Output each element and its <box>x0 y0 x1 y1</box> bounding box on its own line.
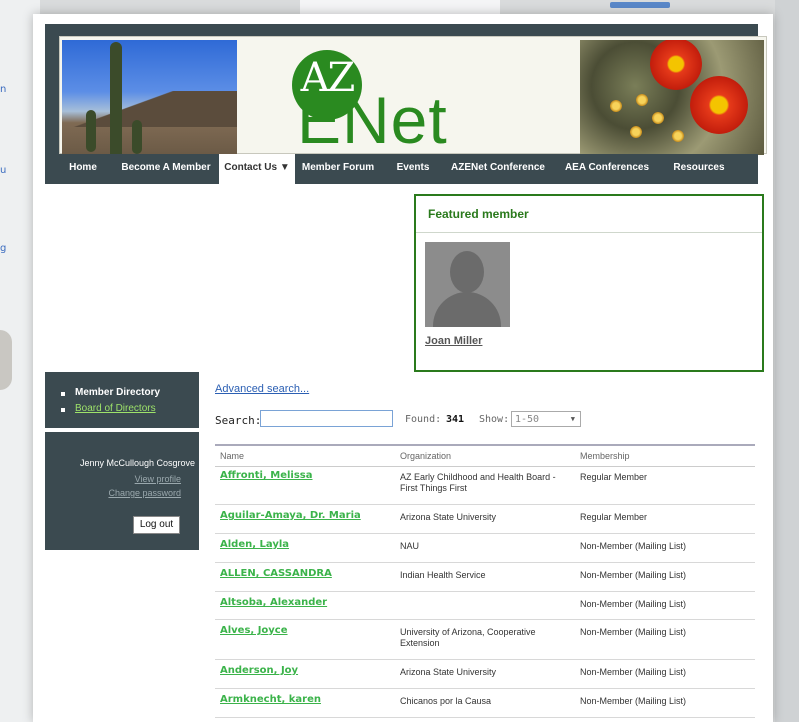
featured-member-panel: Featured member Joan Miller <box>414 194 764 372</box>
member-membership: Non-Member (Mailing List) <box>580 541 687 551</box>
member-name-link[interactable]: Armknecht, karen <box>220 694 321 705</box>
logo-enet-text: ENet <box>297 83 448 157</box>
featured-member-name-link[interactable]: Joan Miller <box>425 335 482 347</box>
background-link-fragment: n <box>0 84 7 95</box>
found-count: 341 <box>446 414 465 425</box>
member-name-link[interactable]: Anderson, Joy <box>220 665 298 676</box>
member-name-link[interactable]: Aguilar-Amaya, Dr. Maria <box>220 510 361 521</box>
flower-shape <box>690 76 748 134</box>
member-membership: Regular Member <box>580 512 648 522</box>
search-label: Search: <box>215 414 262 427</box>
member-membership: Non-Member (Mailing List) <box>580 696 687 706</box>
sidebar-item-label: Member Directory <box>75 387 161 398</box>
member-organization: Chicanos por la Causa <box>400 696 492 706</box>
bud-shape <box>630 126 642 138</box>
nav-azenet-conference[interactable]: AZENet Conference <box>443 154 553 184</box>
change-password-link[interactable]: Change password <box>108 488 181 498</box>
member-avatar-placeholder[interactable] <box>425 242 510 327</box>
user-panel: Jenny McCullough Cosgrove View profile C… <box>45 432 199 550</box>
nav-member-forum[interactable]: Member Forum <box>295 154 381 184</box>
member-membership: Regular Member <box>580 472 648 482</box>
nav-events[interactable]: Events <box>383 154 443 184</box>
table-row: Anderson, Joy Arizona State University N… <box>215 660 755 689</box>
main-nav: Home Become A Member Contact Us ▼ Member… <box>45 154 758 184</box>
member-name-link[interactable]: Alden, Layla <box>220 539 289 550</box>
background-link-fragment: g <box>0 243 7 254</box>
show-label: Show: <box>479 414 510 425</box>
flower-shape <box>650 40 702 90</box>
nav-become-a-member[interactable]: Become A Member <box>111 154 221 184</box>
site-header: AZ ENet <box>45 30 767 155</box>
chevron-down-icon: ▼ <box>570 415 575 423</box>
nav-resources[interactable]: Resources <box>659 154 739 184</box>
page-size-value: 1-50 <box>515 414 540 425</box>
avatar-body-shape <box>433 292 501 327</box>
member-membership: Non-Member (Mailing List) <box>580 667 687 677</box>
bud-shape <box>652 112 664 124</box>
member-organization: Arizona State University <box>400 512 497 522</box>
background-tab <box>610 2 670 8</box>
saguaro-cactus-photo <box>62 40 237 155</box>
member-name-link[interactable]: ALLEN, CASSANDRA <box>220 568 332 579</box>
found-label: Found: <box>405 414 442 425</box>
member-membership: Non-Member (Mailing List) <box>580 570 687 580</box>
header-banner: AZ ENet <box>59 36 767 157</box>
bud-shape <box>610 100 622 112</box>
cactus-arm-shape <box>86 110 96 152</box>
background-link-fragment: u <box>0 165 7 176</box>
featured-member-title: Featured member <box>416 196 762 233</box>
sidebar-item-label: Board of Directors <box>75 403 156 414</box>
table-header-row: Name Organization Membership <box>215 444 755 467</box>
nav-home[interactable]: Home <box>55 154 111 184</box>
background-right-strip <box>775 0 799 722</box>
member-membership: Non-Member (Mailing List) <box>580 627 687 637</box>
page-size-select[interactable]: 1-50 ▼ <box>511 411 581 427</box>
member-organization: NAU <box>400 541 420 551</box>
nav-contact-us[interactable]: Contact Us ▼ <box>219 154 295 184</box>
table-row: Aguilar-Amaya, Dr. Maria Arizona State U… <box>215 505 755 534</box>
bullet-icon <box>61 392 65 396</box>
column-header-name[interactable]: Name <box>220 451 244 461</box>
bud-shape <box>636 94 648 106</box>
bullet-icon <box>61 408 65 412</box>
table-row: ALLEN, CASSANDRA Indian Health Service N… <box>215 563 755 592</box>
logout-button[interactable]: Log out <box>133 516 180 534</box>
column-header-membership[interactable]: Membership <box>580 451 630 461</box>
cactus-trunk-shape <box>110 42 122 154</box>
member-organization: AZ Early Childhood and Health Board - Fi… <box>400 472 556 493</box>
table-row: Affronti, Melissa AZ Early Childhood and… <box>215 465 755 505</box>
member-name-link[interactable]: Alves, Joyce <box>220 625 288 636</box>
search-input[interactable] <box>260 410 393 427</box>
table-row: Alves, Joyce University of Arizona, Coop… <box>215 620 755 660</box>
member-name-link[interactable]: Altsoba, Alexander <box>220 597 327 608</box>
member-membership: Non-Member (Mailing List) <box>580 599 687 609</box>
cactus-arm-shape <box>132 120 142 154</box>
table-row: Altsoba, Alexander Non-Member (Mailing L… <box>215 592 755 620</box>
barrel-cactus-flower-photo <box>580 40 764 155</box>
table-row: Armknecht, karen Chicanos por la Causa N… <box>215 689 755 718</box>
member-organization: University of Arizona, Cooperative Exten… <box>400 627 536 648</box>
background-shape <box>0 330 12 390</box>
member-name-link[interactable]: Affronti, Melissa <box>220 470 313 481</box>
view-profile-link[interactable]: View profile <box>135 474 181 484</box>
avatar-head-shape <box>450 251 484 293</box>
website-page: AZ ENet Home Become A Member Contact Us … <box>33 14 773 722</box>
sidebar-menu: Member Directory Board of Directors <box>45 372 199 428</box>
column-header-organization[interactable]: Organization <box>400 451 451 461</box>
nav-aea-conferences[interactable]: AEA Conferences <box>555 154 659 184</box>
bud-shape <box>672 130 684 142</box>
table-row: Alden, Layla NAU Non-Member (Mailing Lis… <box>215 534 755 563</box>
member-organization: Arizona State University <box>400 667 497 677</box>
advanced-search-link[interactable]: Advanced search... <box>215 383 309 395</box>
user-name: Jenny McCullough Cosgrove <box>79 458 195 468</box>
member-organization: Indian Health Service <box>400 570 486 580</box>
